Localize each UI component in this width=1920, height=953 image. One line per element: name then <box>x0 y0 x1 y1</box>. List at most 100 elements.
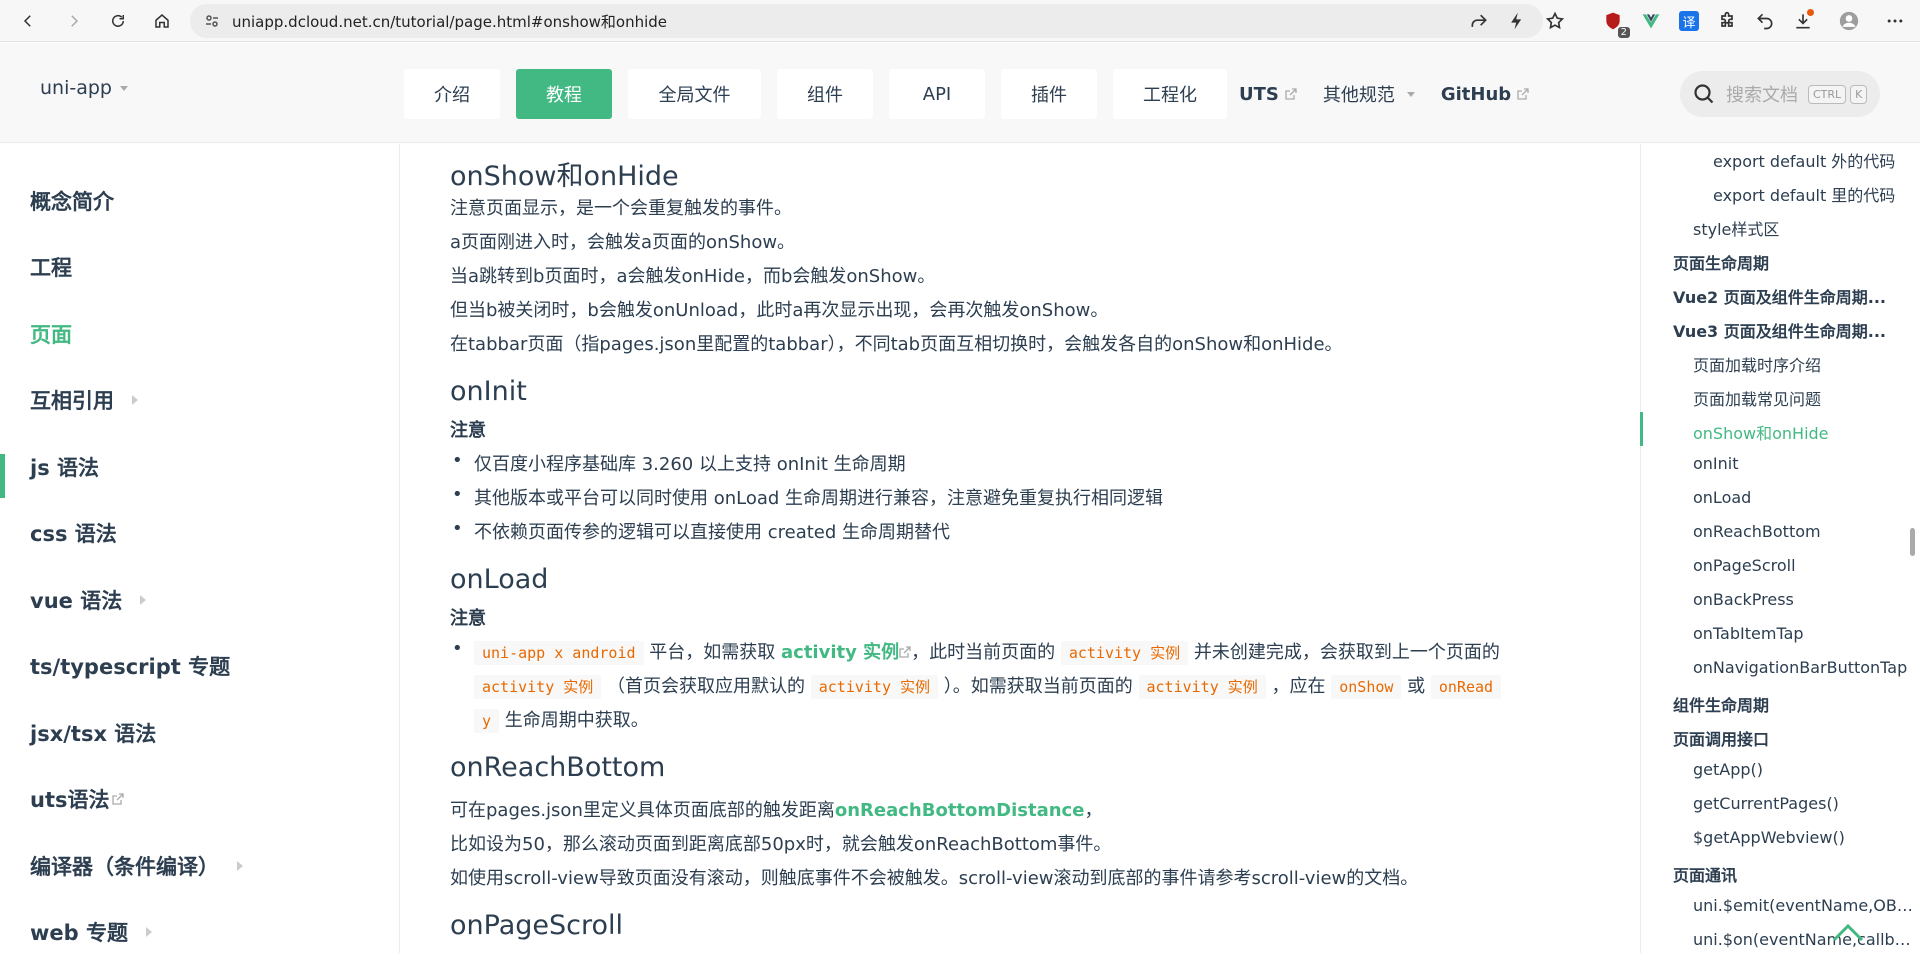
toc-item[interactable]: 页面加载时序介绍 <box>1693 352 1821 376</box>
toc-item[interactable]: onLoad <box>1693 488 1751 507</box>
sidebar-item-label: jsx/tsx 语法 <box>30 722 157 746</box>
sidebar-item-uts[interactable]: uts语法 <box>30 784 124 814</box>
translate-icon[interactable]: 译 <box>1674 6 1704 36</box>
sidebar-item-label: vue 语法 <box>30 589 123 613</box>
nav-link-github-label: GitHub <box>1440 83 1512 105</box>
toc-item[interactable]: 页面加载常见问题 <box>1693 386 1821 410</box>
chevron-down-icon <box>119 85 128 91</box>
toc-item[interactable]: Vue3 页面及组件生命周期... <box>1673 318 1886 342</box>
back-to-top-icon[interactable] <box>1828 918 1868 948</box>
toc-item[interactable]: 页面生命周期 <box>1673 250 1769 274</box>
toc-item[interactable]: 页面调用接口 <box>1673 726 1769 750</box>
top-nav: 介绍 教程 全局文件 组件 API 插件 工程化 UTS 其他规范 GitHub <box>404 69 1529 119</box>
history-back-icon[interactable] <box>1750 6 1780 36</box>
activity-link[interactable]: activity 实例 <box>781 642 899 663</box>
ublock-extension-icon[interactable]: 2 <box>1598 6 1630 38</box>
kbd-ctrl: CTRL <box>1808 84 1847 104</box>
sidebar-item-typescript[interactable]: ts/typescript 专题 <box>30 651 230 681</box>
star-icon[interactable] <box>1540 6 1570 36</box>
inline-code: activity 实例 <box>1138 675 1266 699</box>
extensions-puzzle-icon[interactable] <box>1712 6 1742 36</box>
toc-item[interactable]: 组件生命周期 <box>1673 692 1769 716</box>
chevron-right-icon <box>132 395 138 405</box>
sidebar-item-concepts[interactable]: 概念简介 <box>30 186 114 216</box>
nav-link-other-label: 其他规范 <box>1322 85 1395 106</box>
toc-item[interactable]: uni.$on(eventName,callba... <box>1693 930 1913 949</box>
home-icon[interactable] <box>144 3 180 39</box>
tab-intro[interactable]: 介绍 <box>404 69 500 119</box>
chevron-right-icon <box>146 927 152 937</box>
toc-item[interactable]: onNavigationBarButtonTap <box>1693 658 1907 677</box>
address-bar[interactable]: uniapp.dcloud.net.cn/tutorial/page.html#… <box>190 4 1543 38</box>
toc-item[interactable]: getApp() <box>1693 760 1763 779</box>
heading-onreachbottom: onReachBottom <box>450 752 666 783</box>
text: （首页会获取应用默认的 <box>607 676 806 697</box>
nav-link-uts-label: UTS <box>1239 83 1279 105</box>
text: ，此时当前页面的 <box>911 642 1056 663</box>
sidebar-item-label: 工程 <box>30 256 72 280</box>
tab-plugins[interactable]: 插件 <box>1001 69 1097 119</box>
toc-item[interactable]: $getAppWebview() <box>1693 828 1845 847</box>
search-icon <box>1694 84 1714 104</box>
text: 生命周期中获取。 <box>504 710 649 731</box>
sidebar-item-compiler[interactable]: 编译器（条件编译） <box>30 851 243 881</box>
toc-item-active[interactable]: onShow和onHide <box>1693 420 1829 444</box>
sidebar-item-vue-syntax[interactable]: vue 语法 <box>30 585 147 615</box>
tab-engineering[interactable]: 工程化 <box>1113 69 1227 119</box>
paragraph: 在tabbar页面（指pages.json里配置的tabbar），不同tab页面… <box>450 334 1343 355</box>
download-dot <box>1807 9 1814 16</box>
sidebar-item-label: ts/typescript 专题 <box>30 655 231 679</box>
toc-item[interactable]: getCurrentPages() <box>1693 794 1839 813</box>
nav-link-github[interactable]: GitHub <box>1441 84 1529 105</box>
menu-dots-icon[interactable] <box>1880 6 1910 36</box>
download-icon[interactable] <box>1788 6 1818 36</box>
reload-icon[interactable] <box>100 3 136 39</box>
sidebar-item-page[interactable]: 页面 <box>30 319 72 349</box>
toc-item[interactable]: onReachBottom <box>1693 522 1821 541</box>
toc-item[interactable]: 页面通讯 <box>1673 862 1737 886</box>
text: ，应在 <box>1271 676 1326 697</box>
sidebar-item-cross-reference[interactable]: 互相引用 <box>30 385 138 415</box>
toc-item[interactable]: export default 里的代码 <box>1713 182 1895 206</box>
toc-item[interactable]: style样式区 <box>1693 216 1779 240</box>
toc-item[interactable]: onTabItemTap <box>1693 624 1804 643</box>
inline-code: onRead <box>1430 675 1502 699</box>
sidebar-item-project[interactable]: 工程 <box>30 252 72 282</box>
toc-item[interactable]: onInit <box>1693 454 1739 473</box>
sidebar-item-web[interactable]: web 专题 <box>30 917 152 947</box>
tab-api[interactable]: API <box>889 69 985 119</box>
chevron-down-icon <box>1406 91 1415 97</box>
external-link-icon <box>899 646 911 658</box>
lightning-icon[interactable] <box>1502 6 1532 36</box>
site-logo[interactable]: uni-app <box>40 77 128 99</box>
left-sidebar: 概念简介 工程 页面 互相引用 js 语法 css 语法 vue 语法 ts/t… <box>0 144 400 953</box>
url-text: uniapp.dcloud.net.cn/tutorial/page.html#… <box>232 12 668 31</box>
toc-item[interactable]: onBackPress <box>1693 590 1794 609</box>
site-info-icon[interactable] <box>204 13 220 29</box>
tab-tutorial[interactable]: 教程 <box>516 69 612 119</box>
toc-active-indicator <box>1640 412 1643 446</box>
toc-item[interactable]: export default 外的代码 <box>1713 148 1895 172</box>
inline-code: uni-app x android <box>474 641 644 665</box>
sidebar-item-css-syntax[interactable]: css 语法 <box>30 518 117 548</box>
profile-avatar-icon[interactable] <box>1834 6 1864 36</box>
sidebar-item-js-syntax[interactable]: js 语法 <box>30 452 99 482</box>
vue-devtools-icon[interactable] <box>1636 6 1666 36</box>
tab-components[interactable]: 组件 <box>777 69 873 119</box>
paragraph: a页面刚进入时，会触发a页面的onShow。 <box>450 232 796 253</box>
back-icon[interactable] <box>10 3 46 39</box>
onreachbottomdistance-link[interactable]: onReachBottomDistance <box>835 800 1085 821</box>
toc-item[interactable]: onPageScroll <box>1693 556 1796 575</box>
scrollbar-thumb[interactable] <box>1910 528 1915 556</box>
toc-item[interactable]: Vue2 页面及组件生命周期... <box>1673 284 1886 308</box>
forward-icon[interactable] <box>56 3 92 39</box>
search-box[interactable]: 搜索文档 CTRL K <box>1680 71 1880 117</box>
sidebar-item-jsx-tsx[interactable]: jsx/tsx 语法 <box>30 718 156 748</box>
browser-toolbar: uniapp.dcloud.net.cn/tutorial/page.html#… <box>0 0 1920 42</box>
nav-link-uts[interactable]: UTS <box>1239 84 1297 105</box>
sidebar-item-label: css 语法 <box>30 522 117 546</box>
toc-item[interactable]: uni.$emit(eventName,OBJ... <box>1693 896 1913 915</box>
tab-global-files[interactable]: 全局文件 <box>628 69 761 119</box>
share-icon[interactable] <box>1464 6 1494 36</box>
nav-link-other-specs[interactable]: 其他规范 <box>1323 81 1415 107</box>
